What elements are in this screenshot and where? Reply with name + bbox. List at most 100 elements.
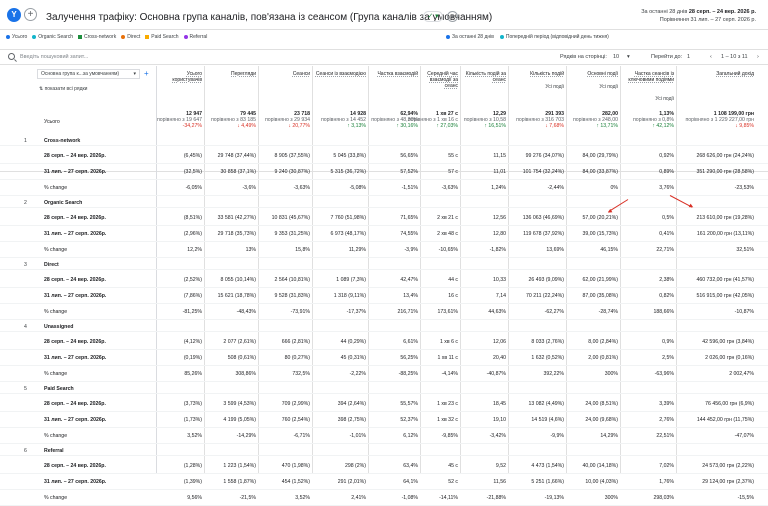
table-cell: -10,65%	[438, 247, 458, 253]
table-cell: 1 хв 6 с	[439, 339, 458, 345]
column-header[interactable]: Загальний дохід	[678, 71, 754, 77]
table-cell: (2,96%)	[183, 231, 202, 237]
table-cell: -3,42%	[489, 433, 506, 439]
table-cell: 44 с	[448, 277, 458, 283]
table-cell: -1,82%	[489, 247, 506, 253]
legend-item[interactable]: Усього	[6, 34, 27, 40]
legend-item[interactable]: Referral	[183, 34, 207, 40]
row-label: % change	[44, 309, 68, 315]
group-label[interactable]: Unassigned	[44, 324, 73, 330]
chevron-down-icon[interactable]: ▾	[627, 54, 630, 60]
account-avatar[interactable]: Y	[7, 8, 21, 22]
group-label[interactable]: Organic Search	[44, 200, 82, 206]
metric-filter-select[interactable]: Усі події	[568, 84, 618, 90]
metric-filter-select[interactable]: Усі події	[514, 84, 564, 90]
table-cell: 2,5%	[662, 355, 674, 361]
column-header[interactable]: Усього користувачів	[160, 71, 202, 83]
table-cell: 57 с	[448, 169, 458, 175]
table-cell: 2 026,00 грн (0,16%)	[705, 355, 754, 361]
group-label[interactable]: Cross-network	[44, 138, 80, 144]
add-report-icon[interactable]: +	[447, 11, 458, 22]
legend-item[interactable]: Paid Search	[145, 34, 179, 40]
column-header[interactable]: Середній час взаємодії за сеанс	[422, 71, 458, 89]
table-cell: 10,33	[493, 277, 506, 283]
table-cell: 64,1%	[403, 479, 418, 485]
table-cell: 1 223 (1,54%)	[223, 463, 256, 469]
search-input[interactable]: Введіть пошуковий запит...	[20, 54, 88, 60]
table-cell: 44 (0,29%)	[340, 339, 366, 345]
group-label[interactable]: Paid Search	[44, 386, 74, 392]
table-cell: 55 с	[448, 153, 458, 159]
column-header[interactable]: Сеанси	[260, 71, 310, 77]
table-cell: (3,73%)	[183, 401, 202, 407]
column-header[interactable]: Частка сеансів із ключовими подіями	[622, 71, 674, 83]
table-cell: 13%	[245, 247, 256, 253]
table-cell: 52 с	[448, 479, 458, 485]
date-range-picker[interactable]: За останні 28 днів 28 серп. – 24 вер. 20…	[641, 8, 756, 24]
row-label: 31 лип. – 27 серп. 2026р.	[44, 479, 107, 485]
group-label[interactable]: Referral	[44, 448, 64, 454]
table-row: 31 лип. – 27 серп. 2026р. (1,73%) 4 199 (5…	[0, 412, 768, 428]
table-cell: 7,02%	[659, 463, 674, 469]
row-label: % change	[44, 433, 68, 439]
dimension-select[interactable]: Основна група к...за умовчанням) ▾	[37, 69, 140, 79]
prev-page-icon[interactable]: ‹	[710, 54, 712, 60]
column-header[interactable]: Сеанси із взаємодією	[314, 71, 366, 77]
table-cell: 188,66%	[653, 309, 674, 315]
table-cell: -6,05%	[185, 185, 202, 191]
group-label[interactable]: Direct	[44, 262, 59, 268]
table-cell: 394 (2,64%)	[337, 401, 366, 407]
table-cell: 460 732,00 грн (41,57%)	[696, 277, 754, 283]
metric-filter-select[interactable]: Усі події	[624, 96, 674, 102]
column-header[interactable]: Кількість подій за сеанс	[462, 71, 506, 83]
table-cell: 161 200,00 грн (13,11%)	[696, 231, 754, 237]
legend-marker-icon	[32, 34, 37, 39]
show-all-rows-toggle[interactable]: ⇅ показати всі рядки	[39, 86, 87, 92]
table-cell: 18,45	[493, 401, 506, 407]
table-cell: 3,76%	[659, 185, 674, 191]
table-cell: -23,53%	[734, 185, 754, 191]
totals-cell: 1,13% порівняно з 0,8% ↑ 42,12%	[594, 111, 674, 129]
table-cell: 5 045 (33,8%)	[333, 153, 366, 159]
legend-item[interactable]: Direct	[121, 34, 140, 40]
column-header[interactable]: Кількість подій	[510, 71, 564, 77]
table-cell: 8 033 (2,76%)	[531, 339, 564, 345]
legend-item[interactable]: Cross-network	[77, 34, 116, 40]
table-cell: 45 с	[448, 463, 458, 469]
table-toolbar: Введіть пошуковий запит... Рядків на сто…	[0, 49, 768, 65]
table-cell: 9 528 (31,83%)	[274, 293, 310, 299]
column-header[interactable]: Частка взаємодій	[370, 71, 418, 77]
table-cell: 55,57%	[400, 401, 418, 407]
table-cell: 76 456,00 грн (6,9%)	[705, 401, 754, 407]
table-cell: 732,5%	[292, 371, 310, 377]
date-range-current: 28 серп. – 24 вер. 2026 р.	[688, 9, 756, 15]
table-cell: 0,89%	[659, 169, 674, 175]
table-cell: 16 с	[448, 293, 458, 299]
row-index: 4	[24, 324, 27, 330]
change-row: % change -6,05% -3,6% -3,63% -5,08% -1,51% -3,…	[0, 180, 768, 196]
table-cell: 80 (0,27%)	[284, 355, 310, 361]
table-cell: 7,14	[495, 293, 506, 299]
table-cell: (32,5%)	[183, 169, 202, 175]
legend-item[interactable]: Organic Search	[32, 34, 73, 40]
date-range-label: За останні 28 днів	[641, 9, 688, 15]
table-cell: 11,56	[493, 479, 506, 485]
table-cell: 24 573,00 грн (2,22%)	[702, 463, 754, 469]
table-cell: 0,9%	[662, 339, 674, 345]
rows-per-page-select[interactable]: 10	[613, 54, 619, 60]
add-comparison-icon[interactable]: +	[24, 8, 37, 21]
verified-status-icon[interactable]: ✓ ▾	[423, 11, 443, 22]
table-cell: -48,43%	[236, 309, 256, 315]
legend-label: Усього	[12, 34, 28, 40]
next-page-icon[interactable]: ›	[757, 54, 759, 60]
table-cell: 13 082 (4,49%)	[528, 401, 564, 407]
table-cell: -1,08%	[401, 495, 418, 501]
column-header[interactable]: Перегляди	[206, 71, 256, 77]
table-cell: 6,61%	[403, 339, 418, 345]
table-cell: -1,51%	[401, 185, 418, 191]
add-dimension-icon[interactable]: +	[144, 70, 149, 78]
table-cell: 13,69%	[546, 247, 564, 253]
table-cell: 268 626,00 грн (24,24%)	[696, 153, 754, 159]
goto-input[interactable]: 1	[687, 54, 690, 60]
column-header[interactable]: Основні події	[568, 71, 618, 77]
